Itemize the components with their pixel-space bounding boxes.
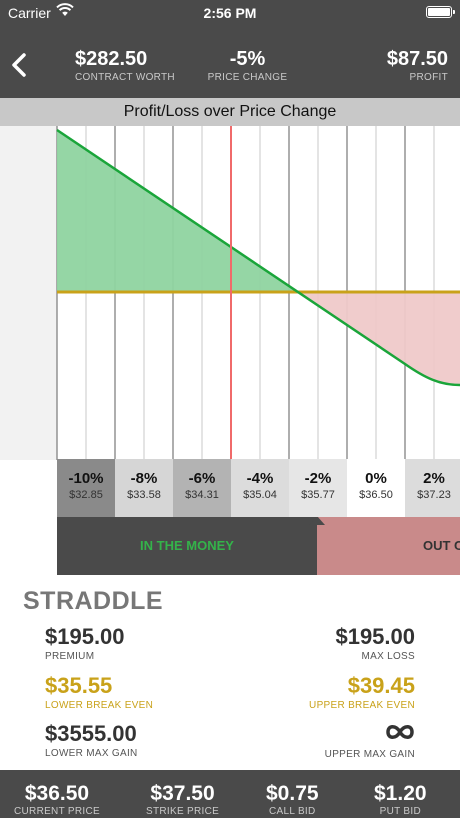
price-cell[interactable]: -6% $34.31 — [173, 459, 231, 517]
price-cell-price: $36.50 — [359, 489, 393, 501]
chart-title: Profit/Loss over Price Change — [0, 98, 460, 126]
profit-value: $87.50 — [386, 48, 448, 70]
price-cell-percent: 2% — [423, 470, 445, 487]
contract-worth-stat: $282.50 CONTRACT WORTH — [75, 48, 175, 83]
price-cell-price: $33.58 — [127, 489, 161, 501]
strike-price-value: $37.50 — [150, 782, 215, 805]
contract-worth-value: $282.50 — [75, 48, 148, 70]
current-price-value: $36.50 — [24, 782, 90, 805]
price-cell-price: $32.85 — [69, 489, 103, 501]
price-cell[interactable]: -10% $32.85 — [57, 459, 115, 517]
lower-max-gain-metric: $3555.00 LOWER MAX GAIN — [45, 721, 138, 760]
out-of-the-money-label: OUT OF THE MONEY — [317, 517, 460, 575]
max-loss-value: $195.00 — [335, 624, 415, 649]
price-cell-percent: -10% — [68, 470, 104, 487]
price-cell-percent: -8% — [130, 470, 158, 487]
price-cell-percent: -6% — [188, 470, 216, 487]
contract-worth-label: CONTRACT WORTH — [75, 72, 175, 83]
strike-notch-icon — [309, 517, 325, 525]
money-band: IN THE MONEY OUT OF THE MONEY — [57, 517, 460, 575]
status-bar: Carrier 2:56 PM — [0, 0, 460, 24]
profit-stat: $87.50 PROFIT — [387, 48, 448, 83]
lower-max-gain-value: $3555.00 — [45, 721, 137, 746]
put-bid-value: $1.20 — [374, 782, 427, 805]
upper-break-even-metric: $39.45 UPPER BREAK EVEN — [309, 673, 415, 712]
footer-bar: $36.50 CURRENT PRICE $37.50 STRIKE PRICE… — [0, 770, 460, 818]
strike-price-stat: $37.50 STRIKE PRICE — [146, 782, 220, 818]
call-bid-label: CALL BID — [269, 806, 316, 817]
price-strip: -10% $32.85 -8% $33.58 -6% $34.31 -4% $3… — [57, 459, 460, 517]
price-cell-price: $37.23 — [417, 489, 451, 501]
price-cell[interactable]: 0% $36.50 — [347, 459, 405, 517]
in-the-money-label: IN THE MONEY — [57, 517, 317, 575]
upper-max-gain-value — [325, 722, 415, 747]
price-cell-percent: 0% — [365, 470, 387, 487]
price-cell[interactable]: -8% $33.58 — [115, 459, 173, 517]
price-cell[interactable]: -2% $35.77 — [289, 459, 347, 517]
current-price-stat: $36.50 CURRENT PRICE — [14, 782, 100, 818]
price-cell-percent: -4% — [246, 470, 274, 487]
upper-max-gain-label: UPPER MAX GAIN — [324, 749, 415, 760]
max-loss-label: MAX LOSS — [361, 651, 415, 662]
current-price-label: CURRENT PRICE — [14, 806, 100, 817]
chart-left-margin — [0, 126, 57, 460]
price-cell-price: $34.31 — [185, 489, 219, 501]
lower-break-even-label: LOWER BREAK EVEN — [45, 700, 154, 711]
premium-label: PREMIUM — [45, 651, 95, 662]
profit-loss-chart[interactable] — [0, 126, 460, 460]
chevron-left-icon[interactable] — [8, 52, 30, 78]
header: $282.50 CONTRACT WORTH -5% PRICE CHANGE … — [0, 24, 460, 98]
premium-metric: $195.00 PREMIUM — [45, 624, 125, 663]
upper-break-even-value: $39.45 — [347, 673, 415, 698]
call-bid-value: $0.75 — [266, 782, 319, 805]
price-cell[interactable]: -4% $35.04 — [231, 459, 289, 517]
put-bid-stat: $1.20 PUT BID — [374, 782, 427, 818]
chart-svg — [0, 126, 460, 460]
call-bid-stat: $0.75 CALL BID — [266, 782, 319, 818]
price-cell[interactable]: 2% $37.23 — [405, 459, 460, 517]
price-change-value: -5% — [229, 48, 266, 70]
price-change-stat: -5% PRICE CHANGE — [190, 48, 305, 83]
lower-break-even-value: $35.55 — [45, 673, 113, 698]
upper-break-even-label: UPPER BREAK EVEN — [309, 700, 415, 711]
premium-value: $195.00 — [45, 624, 125, 649]
price-change-label: PRICE CHANGE — [207, 72, 288, 83]
price-cell-price: $35.77 — [301, 489, 335, 501]
infinity-icon — [386, 725, 414, 739]
lower-break-even-metric: $35.55 LOWER BREAK EVEN — [45, 673, 154, 712]
profit-label: PROFIT — [409, 72, 448, 83]
strategy-details: STRADDLE $195.00 PREMIUM $195.00 MAX LOS… — [0, 575, 460, 770]
status-time: 2:56 PM — [203, 5, 257, 21]
upper-max-gain-metric: UPPER MAX GAIN — [325, 722, 415, 760]
lower-max-gain-label: LOWER MAX GAIN — [45, 748, 138, 759]
battery-icon — [426, 6, 455, 18]
max-loss-metric: $195.00 MAX LOSS — [335, 624, 415, 663]
price-cell-percent: -2% — [304, 470, 332, 487]
put-bid-label: PUT BID — [379, 806, 421, 817]
price-cell-price: $35.04 — [243, 489, 277, 501]
strategy-name: STRADDLE — [23, 587, 164, 615]
strike-price-label: STRIKE PRICE — [146, 806, 220, 817]
